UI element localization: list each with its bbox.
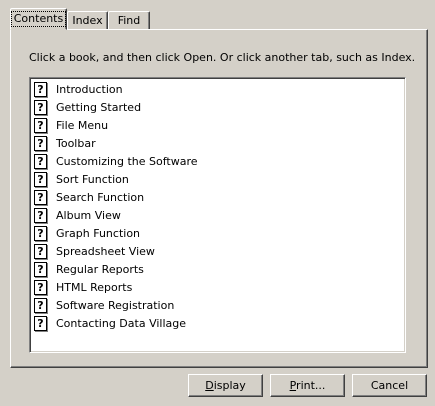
help-topic-icon: ?: [34, 153, 47, 169]
tab-find-label: Find: [117, 14, 141, 27]
topic-label: Spreadsheet View: [56, 244, 155, 258]
tab-contents-label: Contents: [10, 11, 67, 27]
help-topic-icon: ?: [34, 189, 47, 205]
help-topic-icon: ?: [34, 81, 47, 97]
help-topics-dialog: Contents Index Find Click a book, and th…: [0, 0, 435, 406]
topic-item[interactable]: ? HTML Reports: [34, 278, 198, 296]
topic-item[interactable]: ? Introduction: [34, 80, 198, 98]
topic-label: Software Registration: [56, 298, 175, 312]
topic-item[interactable]: ? Getting Started: [34, 98, 198, 116]
instruction-text: Click a book, and then click Open. Or cl…: [29, 51, 416, 64]
display-button-mnemonic: D: [205, 379, 214, 392]
cancel-button[interactable]: Cancel: [352, 374, 427, 397]
topic-label: Sort Function: [56, 172, 129, 186]
topic-item[interactable]: ? File Menu: [34, 116, 198, 134]
topic-item[interactable]: ? Graph Function: [34, 224, 198, 242]
topic-label: Contacting Data Village: [56, 316, 187, 330]
topic-label: Regular Reports: [56, 262, 144, 276]
topic-label: Getting Started: [56, 100, 142, 114]
topics-list[interactable]: ? Introduction? Getting Started? File Menu?…: [29, 77, 406, 353]
topic-label: Customizing the Software: [56, 154, 198, 168]
topic-label: Graph Function: [56, 226, 141, 240]
topic-label: Toolbar: [56, 136, 96, 150]
topic-label: File Menu: [56, 118, 109, 132]
topics-list-items: ? Introduction? Getting Started? File Menu?…: [34, 80, 198, 332]
help-topic-icon: ?: [34, 99, 47, 115]
display-button-label: isplay: [213, 379, 246, 392]
tab-index[interactable]: Index: [67, 11, 108, 29]
tab-index-label: Index: [72, 14, 103, 27]
display-button[interactable]: Display: [188, 374, 263, 397]
print-button[interactable]: Print...: [270, 374, 345, 397]
topic-label: Search Function: [56, 190, 145, 204]
topic-item[interactable]: ? Contacting Data Village: [34, 314, 198, 332]
help-topic-icon: ?: [34, 315, 47, 331]
tab-contents[interactable]: Contents: [10, 8, 67, 30]
topic-item[interactable]: ? Regular Reports: [34, 260, 198, 278]
topic-item[interactable]: ? Spreadsheet View: [34, 242, 198, 260]
topic-item[interactable]: ? Sort Function: [34, 170, 198, 188]
topic-item[interactable]: ? Customizing the Software: [34, 152, 198, 170]
topic-label: HTML Reports: [56, 280, 133, 294]
help-topic-icon: ?: [34, 279, 47, 295]
contents-tab-panel: Click a book, and then click Open. Or cl…: [10, 29, 428, 368]
help-topic-icon: ?: [34, 297, 47, 313]
topic-label: Album View: [56, 208, 121, 222]
help-topic-icon: ?: [34, 225, 47, 241]
topic-label: Introduction: [56, 82, 123, 96]
tab-find[interactable]: Find: [108, 11, 150, 29]
print-button-label: rint...: [296, 379, 326, 392]
help-topic-icon: ?: [34, 243, 47, 259]
topic-item[interactable]: ? Search Function: [34, 188, 198, 206]
help-topic-icon: ?: [34, 261, 47, 277]
help-topic-icon: ?: [34, 171, 47, 187]
help-topic-icon: ?: [34, 135, 47, 151]
cancel-button-label: Cancel: [370, 379, 409, 392]
topic-item[interactable]: ? Toolbar: [34, 134, 198, 152]
help-topic-icon: ?: [34, 117, 47, 133]
help-topic-icon: ?: [34, 207, 47, 223]
topic-item[interactable]: ? Software Registration: [34, 296, 198, 314]
topic-item[interactable]: ? Album View: [34, 206, 198, 224]
